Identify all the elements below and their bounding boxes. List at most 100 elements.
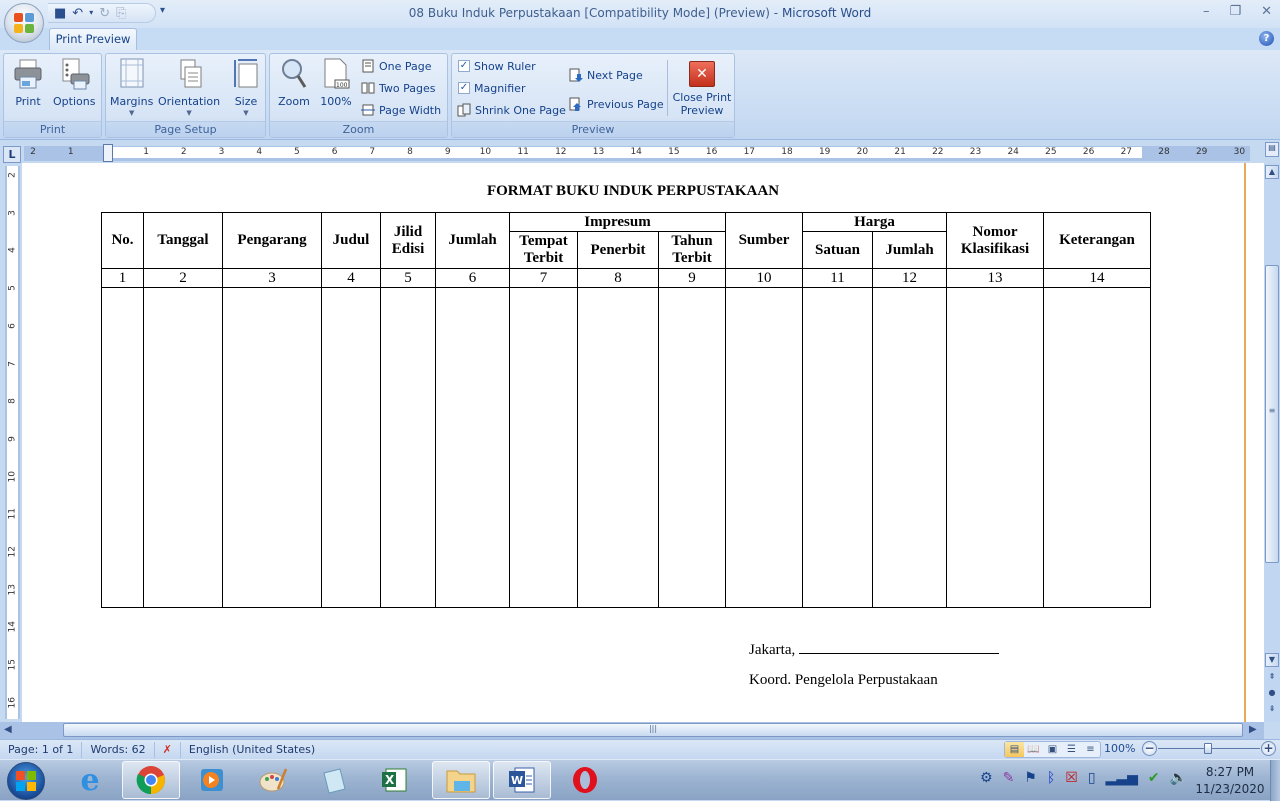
undo-dropdown-icon[interactable]: ▾: [89, 9, 93, 17]
signal-strength-icon[interactable]: ▂▃▅: [1106, 770, 1138, 786]
options-button[interactable]: Options: [53, 57, 95, 108]
power-plugged-icon[interactable]: ✔: [1148, 770, 1160, 786]
magnifier-checkbox[interactable]: ✓ Magnifier: [458, 79, 525, 97]
taskbar-paint[interactable]: [244, 761, 302, 799]
network-error-icon[interactable]: ☒: [1065, 770, 1078, 786]
orientation-button[interactable]: Orientation ▼: [158, 57, 220, 117]
restore-button[interactable]: ❐: [1229, 4, 1241, 19]
empty-entry-cell[interactable]: [872, 287, 947, 608]
indent-marker[interactable]: [103, 144, 113, 162]
zoom-100-button[interactable]: 100 100%: [320, 57, 352, 108]
empty-entry-cell[interactable]: [725, 287, 803, 608]
next-page-button[interactable]: Next Page: [569, 66, 643, 84]
chrome-icon: [136, 766, 165, 795]
minimize-button[interactable]: –: [1203, 4, 1210, 19]
tab-print-preview[interactable]: Print Preview: [49, 28, 137, 50]
orientation-icon: [173, 57, 205, 91]
taskbar-notepad[interactable]: [305, 761, 363, 799]
clock[interactable]: 8:27 PM 11/23/2020: [1192, 764, 1268, 798]
zoom-slider-thumb[interactable]: [1204, 743, 1212, 754]
outline-view-icon[interactable]: ☰: [1062, 742, 1081, 757]
previous-page-button[interactable]: Previous Page: [569, 95, 664, 113]
zoom-out-button[interactable]: −: [1142, 741, 1157, 756]
close-window-button[interactable]: ✕: [1261, 4, 1272, 19]
zoom-in-button[interactable]: +: [1261, 741, 1276, 756]
ruler-tick-label: 9: [444, 147, 451, 157]
shrink-one-page-button[interactable]: Shrink One Page: [457, 101, 566, 119]
empty-entry-cell[interactable]: [658, 287, 726, 608]
page-count[interactable]: Page: 1 of 1: [0, 741, 83, 758]
tab-selector-button[interactable]: L: [3, 146, 21, 163]
language-indicator[interactable]: English (United States): [181, 742, 323, 758]
taskbar-excel[interactable]: X: [366, 761, 424, 799]
zoom-slider[interactable]: − +: [1142, 741, 1276, 757]
undo-icon[interactable]: ↶: [72, 7, 83, 20]
scroll-up-button[interactable]: ▲: [1265, 165, 1279, 179]
full-screen-reading-icon[interactable]: 📖: [1024, 742, 1043, 757]
action-center-flag-icon[interactable]: ⚑: [1024, 770, 1037, 786]
view-ruler-button[interactable]: ▤: [1265, 142, 1279, 157]
empty-entry-cell[interactable]: [509, 287, 578, 608]
web-layout-icon[interactable]: ▣: [1043, 742, 1062, 757]
onenote-tray-icon[interactable]: ✎: [1003, 770, 1015, 786]
next-page-browse-icon[interactable]: ⇟: [1265, 703, 1279, 717]
show-desktop-button[interactable]: [1270, 760, 1280, 801]
word-count[interactable]: Words: 62: [82, 741, 155, 758]
vertical-ruler[interactable]: 2 3 4 5 6 7 8 9 10 11 12 13 14 15 16: [5, 166, 20, 719]
redo-icon[interactable]: ↻: [99, 7, 110, 20]
bluetooth-icon[interactable]: ᛒ: [1047, 770, 1055, 786]
show-ruler-checkbox[interactable]: ✓ Show Ruler: [458, 57, 536, 75]
vertical-scroll-thumb[interactable]: ≡: [1265, 265, 1279, 563]
empty-entry-cell[interactable]: [380, 287, 436, 608]
horizontal-scrollbar[interactable]: ◀ ||| ▶: [0, 722, 1264, 739]
print-button[interactable]: Print: [12, 57, 44, 108]
proofing-status[interactable]: ✗: [155, 741, 181, 758]
select-browse-object-icon[interactable]: ●: [1265, 687, 1279, 701]
volume-icon[interactable]: 🔈: [1170, 770, 1187, 786]
zoom-button[interactable]: Zoom: [278, 57, 310, 108]
print-layout-view-icon[interactable]: ▤: [1005, 742, 1024, 757]
scroll-right-button[interactable]: ▶: [1249, 724, 1257, 735]
start-button[interactable]: [7, 762, 45, 800]
empty-entry-cell[interactable]: [101, 287, 144, 608]
empty-entry-cell[interactable]: [802, 287, 873, 608]
attach-icon[interactable]: ⎘: [116, 7, 126, 20]
empty-entry-cell[interactable]: [222, 287, 322, 608]
page-width-button[interactable]: Page Width: [361, 101, 441, 119]
battery-icon[interactable]: ▯: [1088, 770, 1096, 786]
draft-view-icon[interactable]: ≡: [1081, 742, 1100, 757]
taskbar-windows-explorer[interactable]: [432, 761, 490, 799]
empty-entry-cell[interactable]: [435, 287, 510, 608]
scroll-left-button[interactable]: ◀: [4, 724, 12, 735]
empty-entry-cell[interactable]: [577, 287, 659, 608]
vertical-scrollbar[interactable]: ▲ ≡ ▼ ⇞ ● ⇟: [1264, 163, 1280, 722]
size-button[interactable]: Size ▼: [230, 57, 262, 117]
taskbar-opera[interactable]: [556, 761, 614, 799]
margins-button[interactable]: Margins ▼: [110, 57, 153, 117]
empty-entry-cell[interactable]: [143, 287, 223, 608]
empty-entry-cell[interactable]: [1043, 287, 1151, 608]
empty-entry-cell[interactable]: [321, 287, 381, 608]
column-number-cell: 7: [509, 268, 578, 288]
one-page-button[interactable]: One Page: [361, 57, 432, 75]
zoom-level[interactable]: 100%: [1104, 742, 1135, 755]
scroll-down-button[interactable]: ▼: [1265, 653, 1279, 667]
taskbar-media-player[interactable]: [183, 761, 241, 799]
horizontal-ruler[interactable]: 2 1 1 2 3 4 5 6 7 8 9 10 11 12 13 14 15 16 17 18 19 20 21 22 23 2…: [24, 146, 1250, 161]
ruler-tick-label: 8: [407, 147, 413, 157]
empty-entry-cell[interactable]: [946, 287, 1044, 608]
office-button[interactable]: [4, 3, 44, 43]
taskbar-chrome[interactable]: [122, 761, 180, 799]
close-print-preview-button[interactable]: ✕ Close Print Preview: [672, 57, 732, 117]
taskbar-word[interactable]: W: [493, 761, 551, 799]
customize-qat-button[interactable]: ▾: [160, 5, 165, 16]
tray-app-icon[interactable]: ⚙: [980, 770, 993, 786]
two-pages-button[interactable]: Two Pages: [361, 79, 435, 97]
ruler-tick-label: 30: [1233, 147, 1246, 157]
options-label: Options: [53, 95, 96, 108]
taskbar-internet-explorer[interactable]: e: [61, 761, 119, 799]
save-icon[interactable]: ■: [54, 7, 66, 20]
help-icon[interactable]: ?: [1259, 31, 1274, 46]
horizontal-scroll-thumb[interactable]: |||: [63, 723, 1243, 737]
previous-page-browse-icon[interactable]: ⇞: [1265, 671, 1279, 685]
